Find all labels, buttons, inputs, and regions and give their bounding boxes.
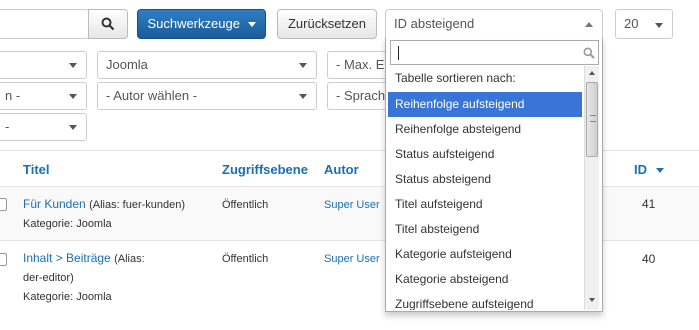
search-button[interactable]	[88, 9, 128, 39]
language-select-value: - Sprach	[336, 88, 386, 103]
column-header-id-label: ID	[634, 162, 647, 177]
sort-dropdown: Tabelle sortieren nach: Reihenfolge aufs…	[385, 38, 603, 312]
row-category: Kategorie: Joomla	[23, 218, 112, 230]
column-header-title[interactable]: Titel	[23, 162, 50, 177]
caret-down-icon	[299, 94, 307, 99]
row-title-link[interactable]: Inhalt > Beiträge	[23, 251, 111, 265]
row-title: Inhalt > Beiträge (Alias:	[23, 251, 145, 265]
filter-select-row3-left[interactable]: -	[0, 113, 87, 141]
dropdown-options-list: Tabelle sortieren nach: Reihenfolge aufs…	[388, 66, 584, 310]
filter-value: -	[5, 119, 10, 134]
dropdown-option[interactable]: Zugriffsebene aufsteigend	[388, 292, 582, 310]
caret-down-icon	[247, 22, 256, 28]
scrollbar-thumb[interactable]	[586, 82, 598, 157]
scroll-down-arrow-icon[interactable]	[589, 298, 595, 302]
sort-select-value: ID absteigend	[394, 16, 475, 31]
limit-select[interactable]: 20	[615, 9, 673, 39]
row-access: Öffentlich	[222, 199, 269, 211]
row-id: 41	[642, 197, 656, 211]
dropdown-option[interactable]: Status aufsteigend	[388, 142, 582, 167]
reset-button[interactable]: Zurücksetzen	[277, 9, 377, 39]
column-header-id[interactable]: ID	[634, 162, 664, 177]
search-tools-label: Suchwerkzeuge	[147, 16, 240, 31]
caret-up-icon	[585, 22, 593, 27]
search-tools-button[interactable]: Suchwerkzeuge	[137, 9, 266, 39]
dropdown-option[interactable]: Reihenfolge absteigend	[388, 117, 582, 142]
row-checkbox[interactable]	[0, 253, 7, 266]
row-author-link[interactable]: Super User	[324, 253, 380, 265]
search-icon	[583, 47, 595, 59]
site-select-value: Joomla	[106, 57, 148, 72]
caret-down-icon	[299, 63, 307, 68]
row-category: Kategorie: Joomla	[23, 291, 112, 303]
row-title: Für Kunden (Alias: fuer-kunden)	[23, 197, 185, 211]
filter-value: n -	[5, 88, 21, 103]
scrollbar-grip-icon	[590, 115, 596, 122]
text-cursor	[398, 46, 399, 60]
column-header-author[interactable]: Autor	[324, 162, 359, 177]
sort-select[interactable]: ID absteigend	[385, 9, 603, 39]
sort-desc-icon	[655, 168, 664, 174]
row-alias-continued: der-editor)	[23, 272, 74, 284]
row-access: Öffentlich	[222, 253, 269, 265]
max-levels-value: - Max. E	[336, 57, 385, 72]
row-title-link[interactable]: Für Kunden	[23, 197, 86, 211]
row-checkbox[interactable]	[0, 198, 7, 211]
row-alias: (Alias:	[114, 253, 145, 265]
dropdown-option[interactable]: Titel aufsteigend	[388, 192, 582, 217]
dropdown-search-input[interactable]	[390, 40, 599, 65]
site-select[interactable]: Joomla	[97, 51, 317, 79]
caret-down-icon	[655, 23, 663, 28]
reset-label: Zurücksetzen	[287, 16, 367, 31]
caret-down-icon	[69, 94, 77, 99]
row-id: 40	[642, 252, 656, 266]
dropdown-option[interactable]: Titel absteigend	[388, 217, 582, 242]
dropdown-option[interactable]: Kategorie absteigend	[388, 267, 582, 292]
dropdown-scrollbar[interactable]	[584, 66, 599, 310]
author-select-value: - Autor wählen -	[106, 88, 198, 103]
column-header-access[interactable]: Zugriffsebene	[222, 162, 308, 177]
search-icon	[101, 17, 115, 31]
row-alias: (Alias: fuer-kunden)	[89, 199, 186, 211]
row-author-link[interactable]: Super User	[324, 199, 380, 211]
dropdown-option[interactable]: Kategorie aufsteigend	[388, 242, 582, 267]
scroll-up-arrow-icon[interactable]	[589, 71, 595, 75]
dropdown-option[interactable]: Status absteigend	[388, 167, 582, 192]
caret-down-icon	[69, 63, 77, 68]
author-select[interactable]: - Autor wählen -	[97, 82, 317, 110]
dropdown-group-label: Tabelle sortieren nach:	[395, 71, 516, 85]
dropdown-option[interactable]: Reihenfolge aufsteigend	[388, 92, 582, 117]
caret-down-icon	[69, 125, 77, 130]
filter-select-row2-left[interactable]: n -	[0, 82, 87, 110]
filter-select-row1-left[interactable]	[0, 51, 87, 79]
limit-value: 20	[624, 16, 639, 31]
search-input[interactable]	[0, 9, 89, 39]
